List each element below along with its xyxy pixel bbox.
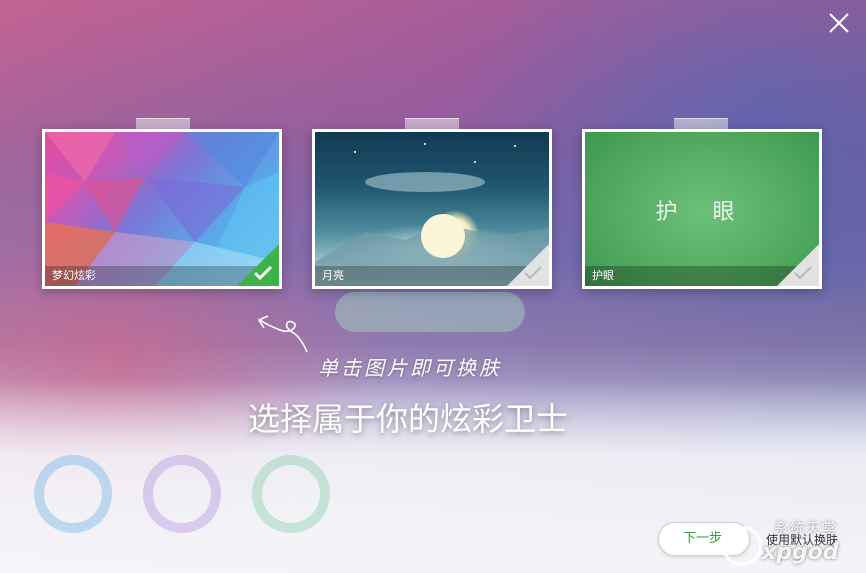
close-icon — [829, 13, 849, 33]
watermark-bottom-text: xpgod — [762, 540, 839, 565]
background-circle-green — [252, 455, 330, 533]
check-icon — [524, 266, 542, 280]
background-circle-blue — [34, 455, 112, 533]
page-title: 选择属于你的炫彩卫士 — [248, 400, 569, 438]
close-button[interactable] — [826, 10, 852, 36]
check-icon — [253, 265, 273, 281]
site-watermark: 系统天堂 xpgod — [722, 518, 866, 573]
hint-arrow-icon — [257, 315, 308, 353]
watermark-top-text: 系统天堂 — [774, 521, 838, 537]
skin-card-dream[interactable]: 梦幻炫彩 — [42, 129, 282, 289]
background-circle-purple — [143, 455, 221, 533]
background-button — [335, 292, 525, 332]
eye-care-preview-text: 护 眼 — [655, 200, 749, 225]
skin-card-moon[interactable]: 月亮 — [312, 129, 552, 289]
skin-setup-window: 梦幻炫彩 月亮 护 眼 护眼 单击图片即可换肤 选择属于你的炫彩卫士 下一步 使… — [0, 0, 866, 573]
skin-card-eye-care[interactable]: 护 眼 护眼 — [582, 129, 822, 289]
hint-text: 单击图片即可换肤 — [318, 356, 502, 380]
watermark-logo-icon — [722, 526, 762, 566]
check-icon — [794, 266, 812, 280]
